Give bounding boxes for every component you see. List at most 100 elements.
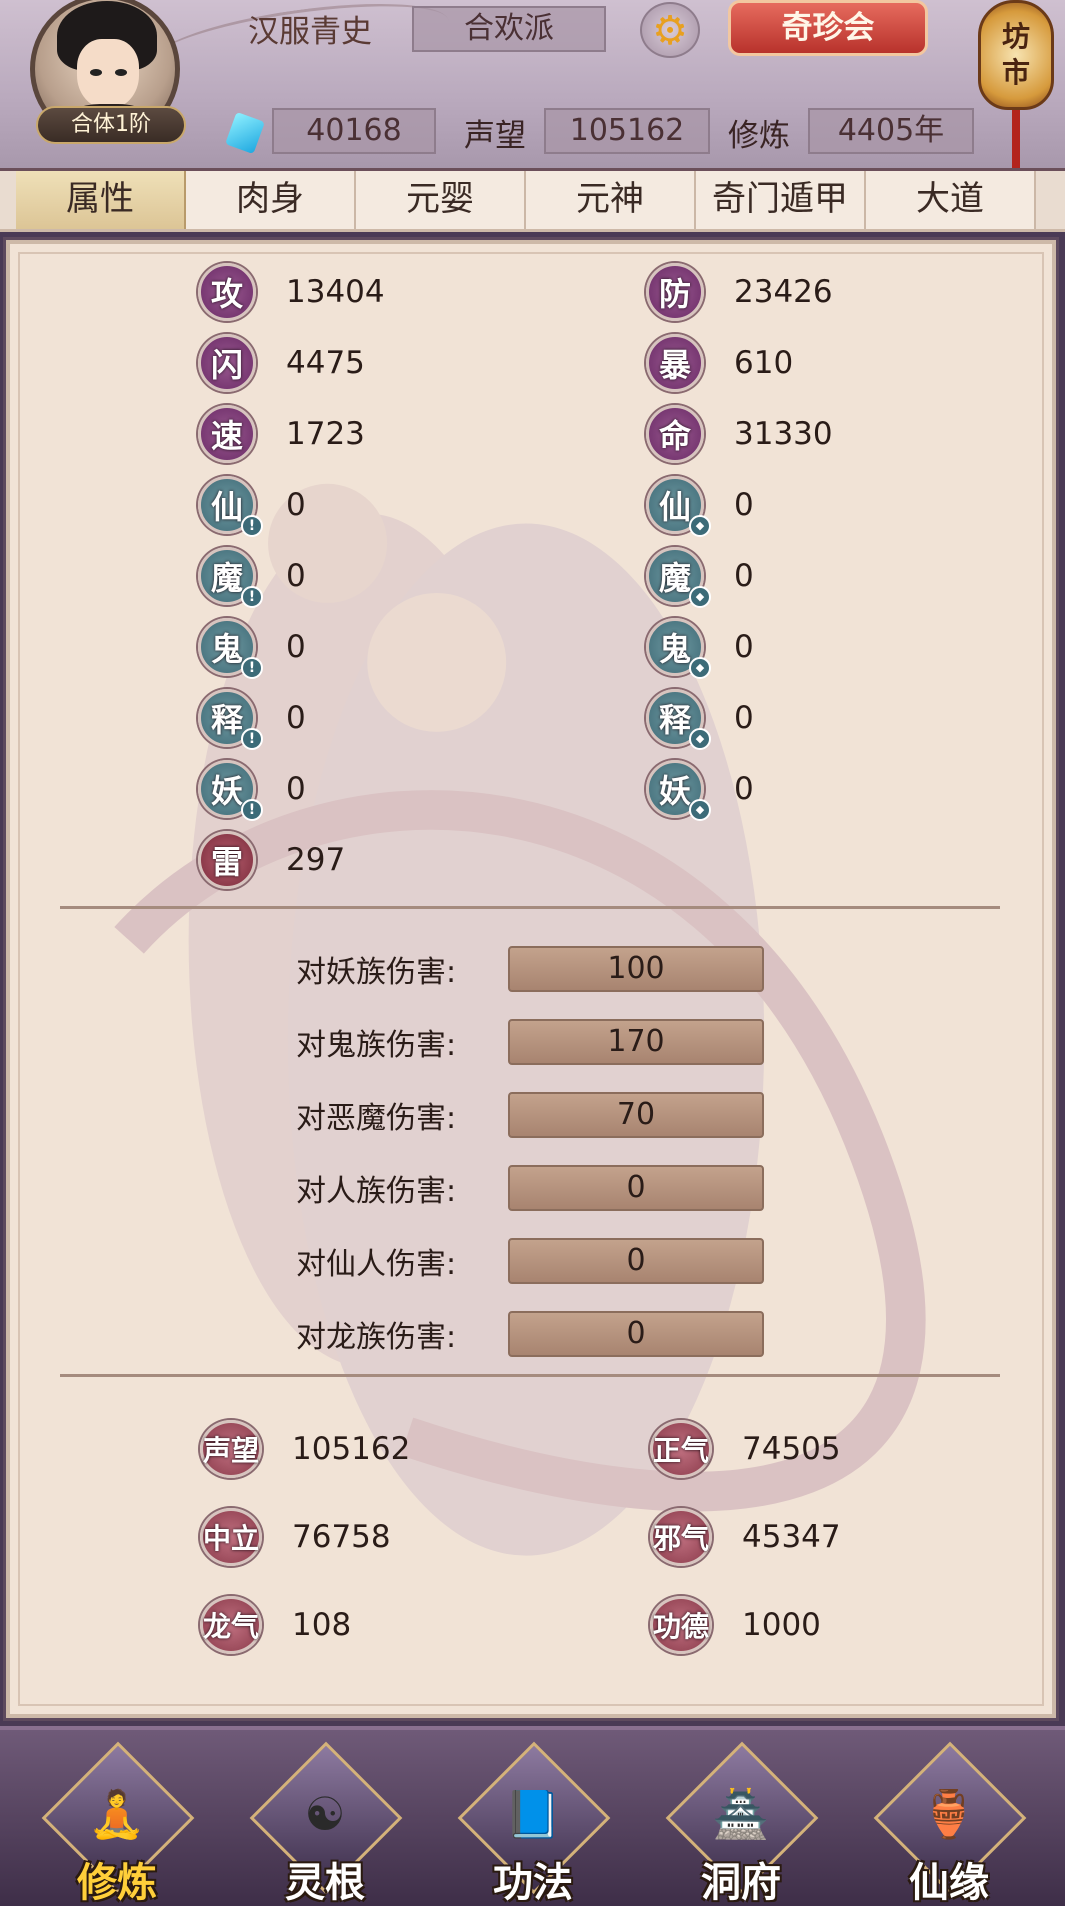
stat-row: 速 1723 (198, 404, 365, 464)
nav-2[interactable]: 📘 功法 (457, 1741, 611, 1906)
stat-icon[interactable]: 妖 ◆ (646, 760, 711, 821)
nav-1[interactable]: ☯ 灵根 (249, 1741, 403, 1906)
section-divider (60, 1374, 1000, 1377)
stat-row: 仙! 0 (198, 475, 306, 537)
alert-icon: ! (241, 657, 263, 679)
shield-icon: ◆ (689, 657, 711, 679)
karma-stat-value: 105162 (292, 1431, 411, 1467)
karma-stat-icon[interactable]: 龙气 (200, 1596, 262, 1654)
meditating-figure-icon: 🧘 (88, 1786, 146, 1841)
stat-icon[interactable]: 攻 (198, 263, 256, 321)
yin-yang-sword-icon: ☯ (304, 1787, 346, 1841)
karma-stat-icon[interactable]: 邪气 (650, 1508, 712, 1566)
stat-row: 暴 610 (646, 333, 793, 393)
stat-icon[interactable]: 释 ◆ (646, 689, 711, 750)
stat-value: 0 (286, 700, 306, 736)
stat-row: 仙 ◆ 0 (646, 475, 754, 537)
damage-bonus-row: 对龙族伤害: 0 (296, 1311, 764, 1357)
cultivation-value: 4405年 (808, 108, 974, 154)
alert-icon: ! (241, 515, 263, 537)
gear-icon[interactable]: ⚙ (640, 2, 700, 58)
stat-icon[interactable]: 魔! (198, 547, 263, 608)
market-button[interactable]: 坊市 (978, 0, 1058, 168)
player-avatar[interactable]: 合体1阶 (22, 0, 190, 150)
nav-4[interactable]: 🏺 仙缘 (873, 1741, 1027, 1906)
stat-icon[interactable]: 速 (198, 405, 256, 463)
section-divider (60, 906, 1000, 909)
sect-name: 合欢派 (412, 6, 606, 52)
stat-row: 鬼! 0 (198, 617, 306, 679)
cultivation-label: 修炼 (728, 118, 790, 154)
tab-0[interactable]: 属性 (16, 171, 186, 229)
stat-icon[interactable]: 鬼! (198, 618, 263, 679)
damage-bonus-row: 对恶魔伤害: 70 (296, 1092, 764, 1138)
shield-icon: ◆ (689, 728, 711, 750)
rank-badge: 合体1阶 (36, 106, 186, 144)
shield-icon: ◆ (689, 515, 711, 537)
stat-icon[interactable]: 仙! (198, 476, 263, 537)
attribute-tabs: 属性 肉身 元婴 元神 奇门遁甲 大道 (0, 168, 1065, 232)
karma-stat-row: 声望 105162 (200, 1416, 410, 1482)
stat-icon[interactable]: 魔 ◆ (646, 547, 711, 608)
stat-icon[interactable]: 闪 (198, 334, 256, 392)
shield-icon: ◆ (689, 799, 711, 821)
karma-stat-row: 功德 1000 (650, 1592, 821, 1658)
stat-value: 0 (734, 629, 754, 665)
stat-icon[interactable]: 释! (198, 689, 263, 750)
damage-bonus-value: 0 (508, 1238, 764, 1284)
karma-stat-icon[interactable]: 功德 (650, 1596, 712, 1654)
nav-3[interactable]: 🏯 洞府 (665, 1741, 819, 1906)
stat-icon[interactable]: 仙 ◆ (646, 476, 711, 537)
tab-2[interactable]: 元婴 (356, 171, 526, 229)
damage-bonus-label: 对人族伤害: (296, 1174, 457, 1209)
treasure-fair-button[interactable]: 奇珍会 (728, 0, 928, 56)
damage-bonus-value: 70 (508, 1092, 764, 1138)
karma-stat-icon[interactable]: 中立 (200, 1508, 262, 1566)
bottom-navigation: 🧘 修炼 ☯ 灵根 📘 功法 🏯 洞府 🏺 仙缘 (0, 1726, 1065, 1906)
spirit-stone-icon (225, 111, 265, 155)
gourd-icon: 🏺 (920, 1786, 978, 1841)
tab-4[interactable]: 奇门遁甲 (696, 171, 866, 229)
stat-icon[interactable]: 鬼 ◆ (646, 618, 711, 679)
stat-icon[interactable]: 防 (646, 263, 704, 321)
top-header: 合体1阶 汉服青史 合欢派 ⚙ 奇珍会 坊市 40168 声望 105162 修… (0, 0, 1065, 168)
karma-stat-value: 45347 (742, 1519, 841, 1555)
stat-row: 释! 0 (198, 688, 306, 750)
karma-stat-icon[interactable]: 正气 (650, 1420, 712, 1478)
stat-icon[interactable]: 雷 (198, 831, 256, 889)
karma-stat-row: 正气 74505 (650, 1416, 841, 1482)
market-label: 坊市 (1001, 20, 1030, 89)
damage-bonus-row: 对人族伤害: 0 (296, 1165, 764, 1211)
stat-row: 攻 13404 (198, 262, 385, 322)
lantern-icon: 坊市 (978, 0, 1054, 110)
stat-value: 0 (286, 771, 306, 807)
karma-stat-row: 中立 76758 (200, 1504, 391, 1570)
damage-bonus-label: 对龙族伤害: (296, 1320, 457, 1355)
stat-value: 0 (734, 487, 754, 523)
nav-label: 洞府 (701, 1859, 781, 1906)
stat-row: 雷 297 (198, 830, 345, 890)
stat-value: 4475 (286, 345, 365, 381)
tab-5[interactable]: 大道 (866, 171, 1036, 229)
attribute-panel: 攻 13404 闪 4475 速 1723 仙! 0 魔! 0 鬼! 0 释! 0 妖! 0 雷 297 防 234… (3, 237, 1059, 1721)
stat-value: 0 (286, 558, 306, 594)
stat-icon[interactable]: 命 (646, 405, 704, 463)
stat-icon[interactable]: 暴 (646, 334, 704, 392)
karma-stat-value: 1000 (742, 1607, 821, 1643)
karma-stat-row: 龙气 108 (200, 1592, 351, 1658)
stat-value: 0 (734, 700, 754, 736)
tab-3[interactable]: 元神 (526, 171, 696, 229)
damage-bonus-label: 对鬼族伤害: (296, 1028, 457, 1063)
nav-label: 功法 (493, 1859, 573, 1906)
tab-1[interactable]: 肉身 (186, 171, 356, 229)
stat-value: 297 (286, 842, 346, 878)
damage-bonus-value: 170 (508, 1019, 764, 1065)
stat-row: 妖 ◆ 0 (646, 759, 754, 821)
damage-bonus-value: 100 (508, 946, 764, 992)
damage-bonus-label: 对恶魔伤害: (296, 1101, 457, 1136)
karma-stat-icon[interactable]: 声望 (200, 1420, 262, 1478)
stat-value: 610 (734, 345, 794, 381)
stat-icon[interactable]: 妖! (198, 760, 263, 821)
lantern-tassel (1012, 110, 1020, 168)
nav-0[interactable]: 🧘 修炼 (41, 1741, 195, 1906)
